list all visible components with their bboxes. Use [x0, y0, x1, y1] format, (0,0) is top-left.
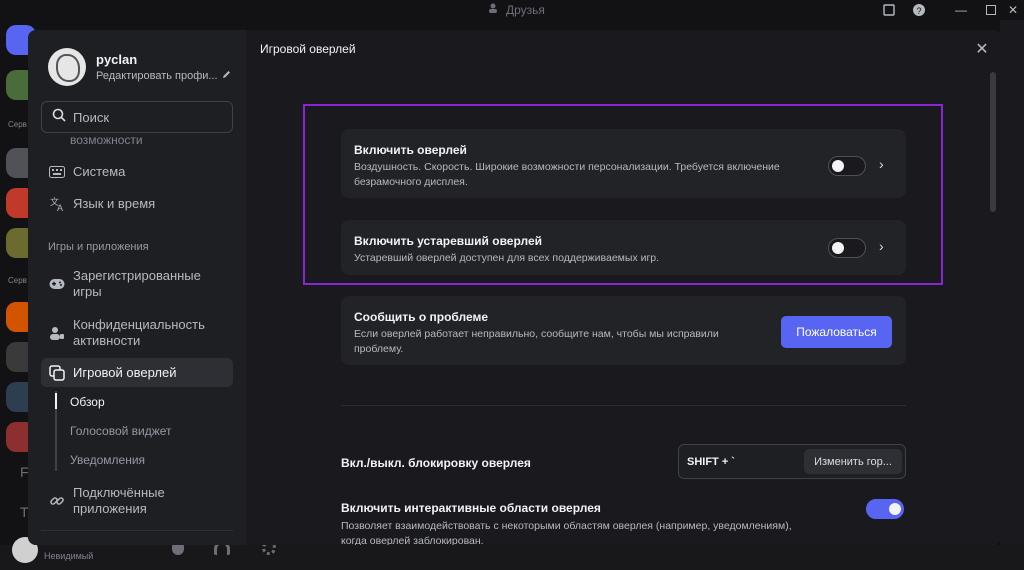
scrollbar[interactable] — [990, 72, 996, 212]
sub-nav-active-marker — [55, 393, 57, 409]
sidebar-item-registered-games[interactable]: Зарегистрированные игры — [41, 267, 233, 301]
chevron-right-icon[interactable]: › — [879, 238, 884, 254]
settings-content: Игровой оверлей ✕ Включить оверлей Возду… — [246, 30, 1001, 545]
report-description: Если оверлей работает неправильно, сообщ… — [354, 328, 719, 355]
help-icon[interactable]: ? — [904, 0, 934, 20]
server-rail: Серв Серв F T — [0, 20, 36, 570]
toggle-knob — [889, 503, 901, 515]
chevron-right-icon[interactable]: › — [879, 156, 884, 172]
sidebar-item-label: Подключённые приложения — [73, 485, 165, 516]
sidebar-item-label: Зарегистрированные игры — [73, 268, 201, 299]
translate-icon: 文A — [49, 196, 65, 212]
sub-item-voice-widget[interactable]: Голосовой виджет — [70, 424, 172, 438]
interactive-areas-description: Позволяет взаимодействовать с некоторыми… — [341, 520, 792, 545]
status-text: Невидимый — [44, 551, 94, 561]
profile-header[interactable]: pyclan Редактировать профи... — [48, 48, 231, 86]
keybind-field[interactable]: SHIFT + ` Изменить гор... — [678, 444, 906, 479]
legacy-overlay-description: Устаревший оверлей доступен для всех под… — [354, 252, 660, 264]
edit-profile-link[interactable]: Редактировать профи... — [96, 70, 231, 82]
sidebar-item-accessibility-clipped[interactable]: возможности — [70, 133, 143, 147]
report-button[interactable]: Пожаловаться — [781, 316, 892, 348]
overlay-icon — [49, 364, 65, 381]
overlay-toggle[interactable] — [828, 156, 866, 176]
rail-label: Серв — [8, 276, 27, 285]
sidebar-section-games: Игры и приложения — [48, 241, 149, 253]
sidebar-item-game-overlay[interactable]: Игровой оверлей — [41, 358, 233, 387]
minimize-button[interactable]: — — [946, 0, 976, 20]
report-title: Сообщить о проблеме — [354, 310, 489, 324]
settings-sidebar: pyclan Редактировать профи... возможност… — [28, 30, 246, 545]
overlay-lock-label: Вкл./выкл. блокировку оверлея — [341, 456, 531, 470]
gamepad-icon — [49, 276, 65, 292]
activity-privacy-icon — [49, 325, 65, 341]
sidebar-item-connected-apps[interactable]: Подключённые приложения — [41, 484, 233, 518]
change-hotkey-button[interactable]: Изменить гор... — [804, 449, 902, 474]
section-divider — [341, 405, 906, 406]
profile-name: pyclan — [96, 52, 138, 67]
settings-modal: pyclan Редактировать профи... возможност… — [28, 30, 1001, 545]
search-icon — [52, 108, 66, 127]
svg-text:A: A — [57, 203, 63, 212]
sidebar-item-label: Игровой оверлей — [73, 364, 177, 380]
window-title: Друзья — [488, 2, 545, 17]
sidebar-item-label: Система — [73, 164, 126, 179]
svg-text:?: ? — [916, 6, 921, 16]
sidebar-divider — [41, 530, 233, 531]
sub-item-notifications[interactable]: Уведомления — [70, 453, 145, 467]
background-right-panel — [1000, 20, 1024, 570]
close-window-button[interactable]: ✕ — [998, 0, 1024, 20]
user-panel: Невидимый — [0, 537, 1024, 570]
legacy-overlay-title: Включить устаревший оверлей — [354, 234, 543, 248]
report-card: Сообщить о проблеме Если оверлей работае… — [341, 296, 906, 365]
search-box[interactable] — [41, 101, 233, 133]
sub-item-overview[interactable]: Обзор — [70, 395, 105, 409]
link-icon — [49, 493, 65, 509]
friends-icon — [488, 2, 500, 17]
keybind-keys: SHIFT + ` — [687, 456, 735, 468]
inbox-icon[interactable] — [874, 0, 904, 20]
toggle-knob — [832, 160, 844, 172]
sidebar-item-activity-privacy[interactable]: Конфиденциальность активности — [41, 316, 233, 350]
keyboard-icon — [49, 164, 65, 180]
legacy-overlay-card[interactable]: Включить устаревший оверлей Устаревший о… — [341, 220, 906, 275]
legacy-overlay-toggle[interactable] — [828, 238, 866, 258]
rail-label: Серв — [8, 120, 27, 129]
sidebar-item-label: Конфиденциальность активности — [73, 317, 205, 348]
interactive-areas-toggle[interactable] — [866, 499, 904, 519]
window-titlebar: Друзья ? — ✕ — [0, 0, 1024, 20]
sidebar-item-system[interactable]: Система — [41, 163, 233, 181]
sidebar-item-label: Язык и время — [73, 196, 156, 211]
overlay-title: Включить оверлей — [354, 143, 467, 157]
search-input[interactable] — [73, 109, 223, 125]
toggle-knob — [832, 242, 844, 254]
pencil-icon — [222, 70, 231, 82]
page-title: Игровой оверлей — [260, 42, 356, 56]
close-icon[interactable]: ✕ — [973, 40, 991, 58]
overlay-description: Воздушность. Скорость. Широкие возможнос… — [354, 161, 780, 188]
interactive-areas-label: Включить интерактивные области оверлея — [341, 501, 601, 515]
overlay-card[interactable]: Включить оверлей Воздушность. Скорость. … — [341, 129, 906, 198]
edit-profile-label: Редактировать профи... — [96, 70, 218, 82]
avatar[interactable] — [48, 48, 86, 86]
sidebar-item-language-time[interactable]: 文A Язык и время — [41, 195, 233, 213]
